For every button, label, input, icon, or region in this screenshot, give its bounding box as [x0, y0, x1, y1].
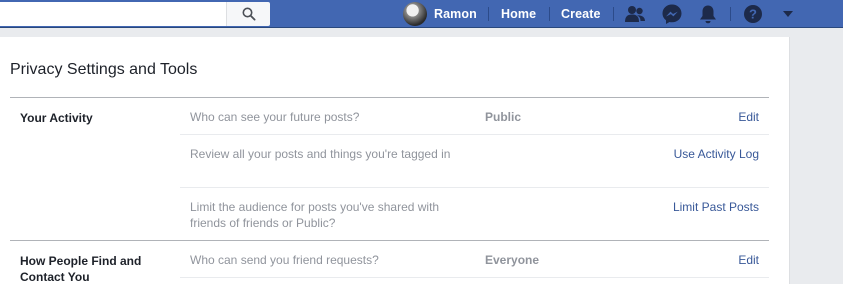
search-box [0, 2, 270, 26]
nav-divider [549, 7, 550, 21]
friend-requests-button[interactable] [623, 3, 647, 25]
row-value: Everyone [485, 253, 540, 267]
row-description: Review all your posts and things you're … [190, 147, 451, 161]
settings-row: Limit the audience for posts you've shar… [180, 188, 769, 241]
settings-panel: Privacy Settings and Tools Your Activity… [0, 37, 790, 284]
avatar [403, 2, 427, 26]
notifications-icon [700, 5, 716, 24]
row-description: Who can see your future posts? [190, 110, 360, 124]
edit-link[interactable]: Edit [738, 252, 759, 268]
profile-name: Ramon [434, 7, 477, 21]
search-icon [242, 7, 256, 21]
settings-row: Who can send you friend requests? Everyo… [180, 241, 769, 278]
account-menu-button[interactable] [776, 3, 800, 25]
nav-divider [613, 7, 614, 21]
nav-divider [488, 7, 489, 21]
settings-row: Review all your posts and things you're … [180, 135, 769, 188]
nav-divider [730, 7, 731, 21]
page-title: Privacy Settings and Tools [10, 61, 198, 78]
home-link[interactable]: Home [501, 0, 536, 28]
home-label: Home [501, 7, 537, 21]
section-find-and-contact: How People Find and Contact You Who can … [10, 240, 769, 284]
help-button[interactable]: ? [741, 3, 765, 25]
limit-past-posts-link[interactable]: Limit Past Posts [673, 199, 759, 215]
messenger-icon [662, 4, 682, 24]
row-value: Public [485, 110, 522, 124]
row-description: Who can send you friend requests? [190, 253, 379, 267]
profile-link[interactable]: Ramon [403, 0, 477, 28]
friends-icon [625, 6, 645, 22]
activity-log-link[interactable]: Use Activity Log [674, 146, 759, 162]
row-description: Limit the audience for posts you've shar… [190, 200, 440, 230]
top-bar: Ramon Home Create ? [0, 0, 843, 28]
notifications-button[interactable] [696, 3, 720, 25]
messenger-button[interactable] [660, 3, 684, 25]
help-icon: ? [744, 5, 762, 23]
search-button[interactable] [226, 2, 270, 26]
section-title: Your Activity [20, 111, 93, 125]
create-link[interactable]: Create [561, 0, 601, 28]
create-label: Create [561, 7, 601, 21]
section-title: How People Find and Contact You [20, 254, 142, 284]
search-input[interactable] [0, 2, 226, 26]
menu-caret-icon [783, 11, 793, 17]
edit-link[interactable]: Edit [738, 109, 759, 125]
settings-row: Who can see your future posts? Public Ed… [180, 98, 769, 135]
svg-text:?: ? [749, 7, 757, 22]
section-your-activity: Your Activity Who can see your future po… [10, 97, 769, 240]
